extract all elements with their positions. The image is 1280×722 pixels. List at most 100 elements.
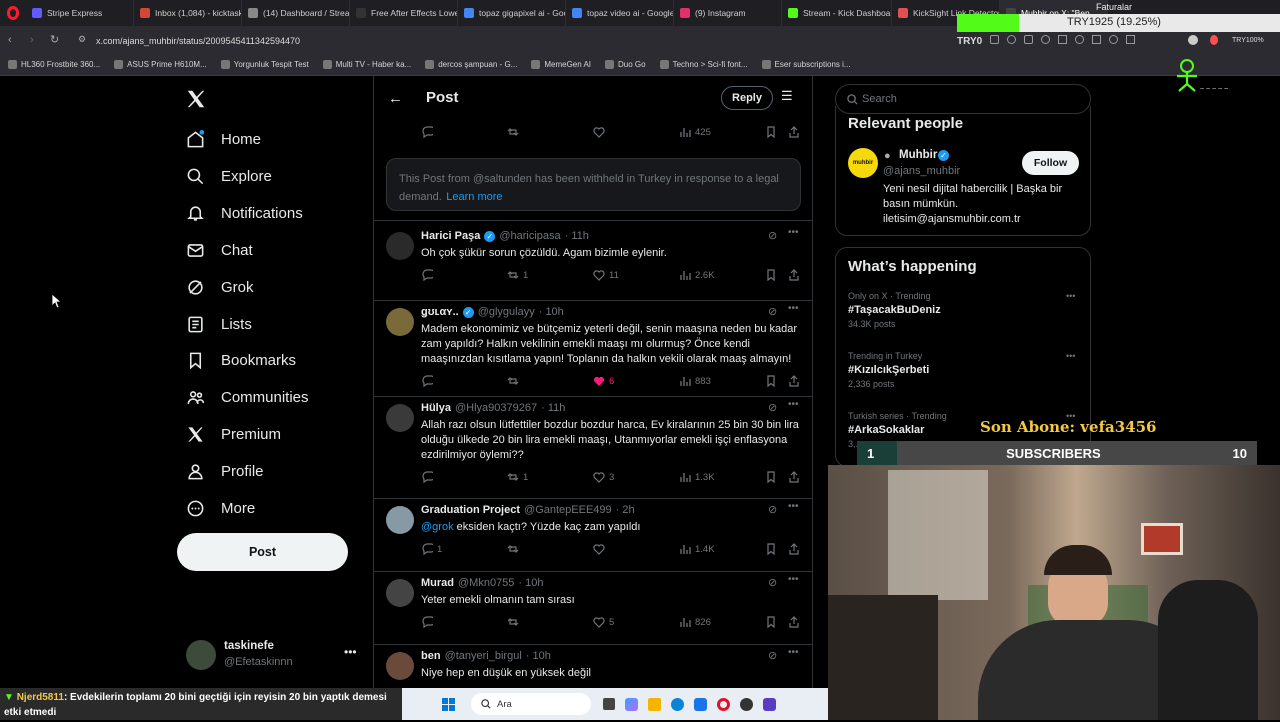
grok-explain-icon[interactable]: ⊘ bbox=[768, 401, 777, 414]
reply-action[interactable] bbox=[421, 471, 437, 483]
repost-action[interactable] bbox=[507, 616, 523, 628]
share-action[interactable] bbox=[788, 616, 800, 628]
bookmark-action[interactable] bbox=[765, 616, 777, 628]
nav-item-premium[interactable]: Premium bbox=[186, 425, 281, 444]
app-taskbar-icon[interactable] bbox=[763, 697, 776, 711]
share-action[interactable] bbox=[788, 543, 800, 555]
nav-item-more[interactable]: More bbox=[186, 499, 255, 518]
views-action[interactable]: 883 bbox=[679, 375, 711, 387]
like-action[interactable]: 5 bbox=[593, 616, 614, 628]
share-action[interactable] bbox=[788, 126, 800, 138]
download-icon[interactable] bbox=[1109, 35, 1118, 44]
bookmark-item[interactable]: dercos şampuan - G... bbox=[425, 60, 517, 69]
trend-more-icon[interactable]: ••• bbox=[1066, 351, 1075, 361]
opera-taskbar-icon[interactable] bbox=[717, 697, 730, 711]
url-field[interactable]: x.com/ajans_muhbir/status/20095454113425… bbox=[96, 36, 300, 46]
post-button[interactable]: Post bbox=[177, 533, 348, 571]
nav-item-notifications[interactable]: Notifications bbox=[186, 204, 303, 223]
puzzle-icon[interactable] bbox=[1126, 35, 1135, 44]
settings-taskbar-icon[interactable] bbox=[740, 697, 753, 711]
reply-tweet[interactable]: Harici Paşa ✓ @haricipasa · 11h ⊘ ••• Oh çok ş… bbox=[374, 224, 812, 300]
play-icon[interactable] bbox=[1058, 35, 1067, 44]
store-icon[interactable] bbox=[694, 697, 707, 711]
grok-explain-icon[interactable]: ⊘ bbox=[768, 503, 777, 516]
tweet-avatar[interactable] bbox=[386, 579, 414, 607]
grok-explain-icon[interactable]: ⊘ bbox=[768, 649, 777, 662]
tweet-more-icon[interactable]: ••• bbox=[788, 303, 799, 314]
tweet-author-name[interactable]: Hülya bbox=[421, 402, 451, 414]
tweet-avatar[interactable] bbox=[386, 506, 414, 534]
nav-item-home[interactable]: Home bbox=[186, 130, 261, 149]
tweet-time[interactable]: · 10h bbox=[518, 577, 543, 589]
tweet-more-icon[interactable]: ••• bbox=[788, 647, 799, 658]
tweet-author-name[interactable]: ben bbox=[421, 650, 441, 662]
tweet-author-name[interactable]: Murad bbox=[421, 577, 454, 589]
opera-logo-icon[interactable] bbox=[0, 0, 26, 26]
grok-explain-icon[interactable]: ⊘ bbox=[768, 229, 777, 242]
tweet-time[interactable]: · 2h bbox=[616, 504, 635, 516]
tweet-time[interactable]: · 10h bbox=[526, 650, 551, 662]
taskbar-search-input[interactable]: Ara bbox=[471, 693, 591, 715]
share-action[interactable] bbox=[788, 471, 800, 483]
browser-tab[interactable]: topaz gigapixel ai - Goog bbox=[458, 0, 566, 26]
grok-explain-icon[interactable]: ⊘ bbox=[768, 576, 777, 589]
account-avatar[interactable] bbox=[186, 640, 216, 670]
repost-action[interactable] bbox=[507, 126, 519, 138]
reply-action[interactable]: 1 bbox=[421, 543, 442, 555]
repost-action[interactable] bbox=[507, 375, 523, 387]
bookmark-action[interactable] bbox=[765, 126, 777, 138]
like-action[interactable]: 6 bbox=[593, 375, 614, 387]
trend-item[interactable]: Trending in Turkey #KızılcıkŞerbeti 2,336 … bbox=[848, 351, 1080, 401]
tweet-more-icon[interactable]: ••• bbox=[788, 574, 799, 585]
reply-action[interactable] bbox=[421, 616, 437, 628]
browser-tab[interactable]: Inbox (1,084) - kicktaskin bbox=[134, 0, 242, 26]
back-icon[interactable]: ‹ bbox=[8, 34, 12, 46]
bookmark-item[interactable]: MemeGen AI bbox=[531, 60, 591, 69]
tweet-author-name[interactable]: Graduation Project bbox=[421, 504, 520, 516]
tweet-time[interactable]: · 10h bbox=[539, 306, 564, 318]
cube-icon[interactable] bbox=[1092, 35, 1101, 44]
like-action[interactable] bbox=[593, 126, 605, 138]
nav-item-explore[interactable]: Explore bbox=[186, 167, 272, 186]
like-action[interactable]: 11 bbox=[593, 269, 619, 281]
shield-icon[interactable] bbox=[1024, 35, 1033, 44]
nav-item-communities[interactable]: Communities bbox=[186, 388, 309, 407]
site-settings-icon[interactable]: ⚙ bbox=[78, 34, 86, 45]
repost-action[interactable] bbox=[507, 543, 523, 555]
reply-tweet[interactable]: Murad @Mkn0755 · 10h ⊘ ••• Yeter emekli olman… bbox=[374, 571, 812, 644]
views-action[interactable]: 826 bbox=[679, 616, 711, 628]
file-explorer-icon[interactable] bbox=[648, 697, 661, 711]
learn-more-link[interactable]: Learn more bbox=[446, 191, 502, 203]
tweet-more-icon[interactable]: ••• bbox=[788, 399, 799, 410]
bookmark-action[interactable] bbox=[765, 471, 777, 483]
camera-icon[interactable] bbox=[1007, 35, 1016, 44]
tweet-mention[interactable]: @grok bbox=[421, 521, 454, 533]
reply-tweet[interactable]: ben @tanyeri_birgul · 10h ⊘ ••• Niye hep en d… bbox=[374, 644, 812, 694]
bookmark-action[interactable] bbox=[765, 543, 777, 555]
tweet-author-name[interactable]: ǥʊʟαʏ.. bbox=[421, 306, 459, 318]
bookmark-item[interactable]: Eser subscriptions i... bbox=[761, 60, 851, 69]
relevant-name[interactable]: Muhbir bbox=[899, 149, 937, 161]
account-more-icon[interactable]: ••• bbox=[344, 645, 357, 659]
reply-button[interactable]: Reply bbox=[721, 86, 773, 110]
refresh-icon[interactable] bbox=[1041, 35, 1050, 44]
bookmark-action[interactable] bbox=[765, 375, 777, 387]
edit-icon[interactable] bbox=[990, 35, 999, 44]
tweet-avatar[interactable] bbox=[386, 232, 414, 260]
views-action[interactable]: 425 bbox=[679, 126, 711, 138]
tweet-author-name[interactable]: Harici Paşa bbox=[421, 230, 480, 242]
tweet-time[interactable]: · 11h bbox=[541, 402, 565, 414]
reload-icon[interactable]: ↻ bbox=[50, 33, 59, 46]
trend-more-icon[interactable]: ••• bbox=[1066, 291, 1075, 301]
bookmark-item[interactable]: Duo Go bbox=[605, 60, 646, 69]
filter-icon[interactable]: ☰ bbox=[781, 88, 793, 104]
grok-explain-icon[interactable]: ⊘ bbox=[768, 305, 777, 318]
nav-item-profile[interactable]: Profile bbox=[186, 462, 264, 481]
tweet-avatar[interactable] bbox=[386, 652, 414, 680]
reply-action[interactable] bbox=[421, 269, 437, 281]
bookmark-item[interactable]: HL360 Frostbite 360... bbox=[8, 60, 100, 69]
share-action[interactable] bbox=[788, 269, 800, 281]
browser-tab[interactable]: (14) Dashboard / StreamE bbox=[242, 0, 350, 26]
tweet-more-icon[interactable]: ••• bbox=[788, 227, 799, 238]
back-arrow-icon[interactable]: ← bbox=[388, 90, 403, 107]
